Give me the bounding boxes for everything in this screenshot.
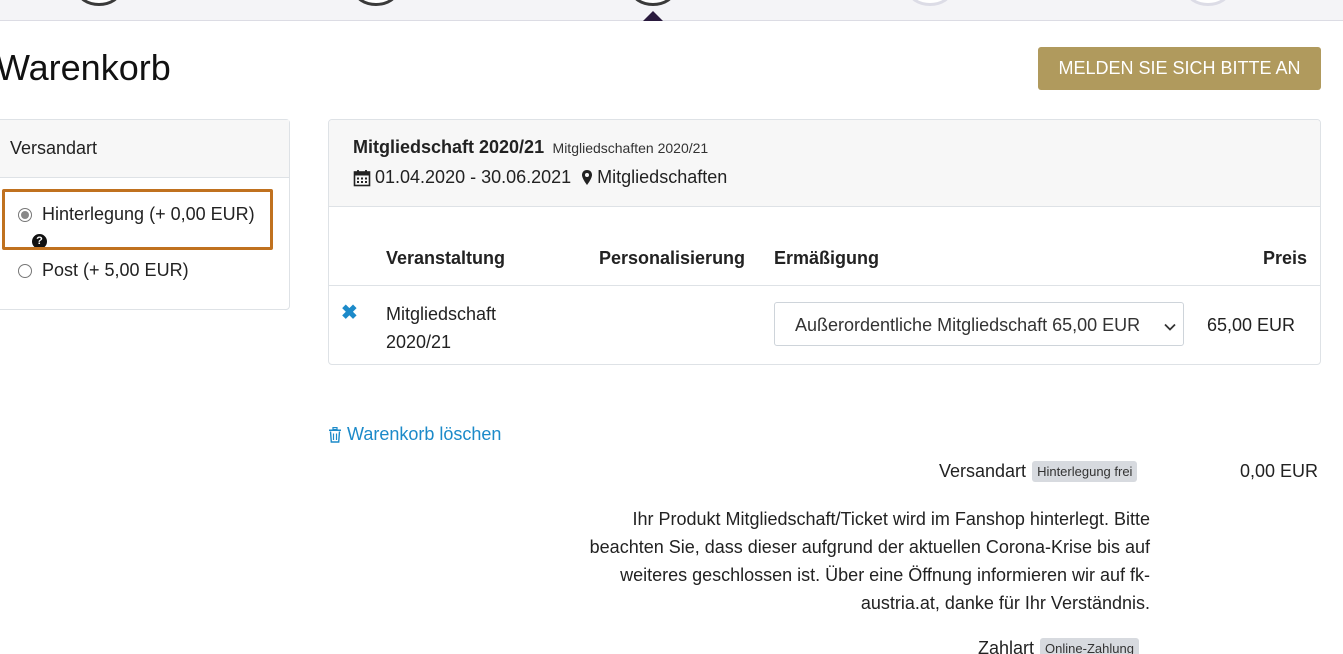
shipping-badge: Hinterlegung frei [1032, 461, 1138, 482]
col-header-price: Preis [1263, 248, 1308, 268]
page-title: Warenkorb [0, 47, 171, 88]
map-marker-icon [581, 169, 593, 187]
discount-select[interactable]: Außerordentliche Mitgliedschaft 65,00 EU… [774, 302, 1184, 346]
remove-item-icon[interactable]: ✖ [341, 300, 358, 325]
summary-payment-label: Zahlart [978, 638, 1035, 654]
step-1-icon [77, 0, 121, 6]
step-3-icon [631, 0, 675, 6]
shipping-card-title: Versandart [0, 120, 289, 178]
shipping-option-post[interactable]: Post (+ 5,00 EUR) [18, 260, 189, 281]
product-location: Mitgliedschaften [597, 167, 728, 187]
trash-icon [328, 426, 342, 443]
product-date-range: 01.04.2020 - 30.06.2021 [375, 167, 572, 187]
radio-unselected-icon[interactable] [18, 263, 32, 278]
shipping-option-label: Post (+ 5,00 EUR) [42, 260, 189, 280]
clear-cart-label: Warenkorb löschen [347, 424, 502, 444]
product-header: Mitgliedschaft 2020/21 Mitgliedschaften … [329, 120, 1320, 207]
selection-highlight [2, 189, 273, 250]
item-name: Mitgliedschaft 2020/21 [386, 304, 497, 352]
payment-badge: Online-Zahlung [1040, 638, 1139, 654]
step-4-icon [908, 0, 952, 6]
product-card: Mitgliedschaft 2020/21 Mitgliedschaften … [328, 119, 1321, 365]
chevron-down-icon [1163, 318, 1177, 332]
clear-cart-link[interactable]: Warenkorb löschen [328, 424, 501, 445]
summary-shipping: Versandart Hinterlegung frei [939, 461, 1138, 482]
col-header-personalization: Personalisierung [599, 248, 746, 268]
summary-payment: Zahlart Online-Zahlung [978, 638, 1139, 654]
login-button[interactable]: MELDEN SIE SICH BITTE AN [1038, 47, 1321, 90]
product-title: Mitgliedschaft 2020/21 [353, 137, 545, 157]
shipping-info-text: Ihr Produkt Mitgliedschaft/Ticket wird i… [589, 509, 1150, 613]
summary-shipping-label: Versandart [939, 461, 1027, 481]
table-divider [329, 285, 1320, 286]
checkout-progress [0, 0, 1343, 21]
product-subtitle: Mitgliedschaften 2020/21 [552, 140, 709, 156]
calendar-icon [353, 169, 371, 187]
summary-shipping-value: 0,00 EUR [1240, 461, 1319, 481]
step-2-icon [354, 0, 398, 6]
step-5-icon [1186, 0, 1230, 6]
current-step-arrow-icon [643, 11, 663, 21]
item-price: 65,00 EUR [1207, 315, 1296, 335]
col-header-event: Veranstaltung [386, 248, 506, 268]
col-header-discount: Ermäßigung [774, 248, 880, 268]
discount-selected-value: Außerordentliche Mitgliedschaft 65,00 EU… [795, 315, 1141, 335]
